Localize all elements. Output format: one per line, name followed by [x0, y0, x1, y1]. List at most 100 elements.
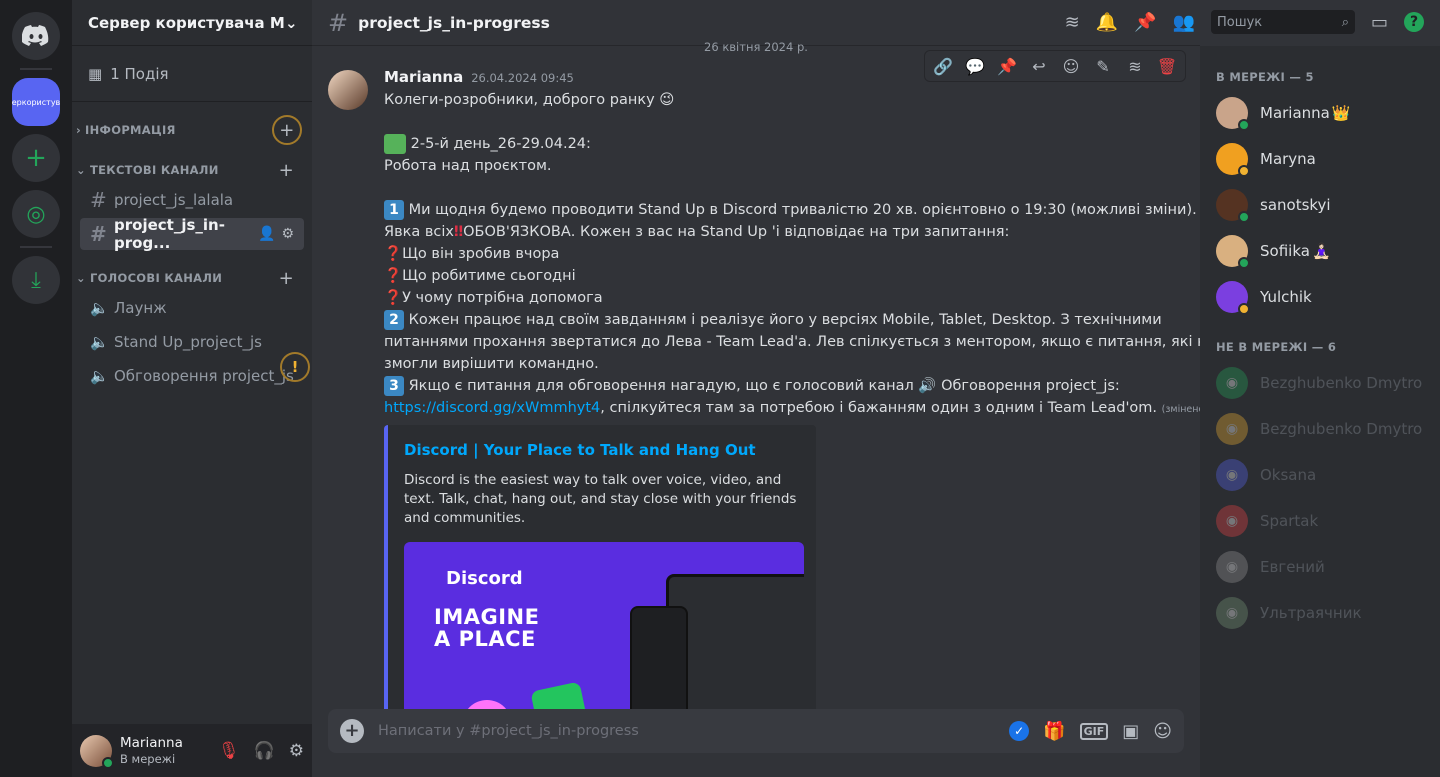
- voice-channel-item[interactable]: 🔈 Обговорення project_js !: [80, 352, 310, 392]
- avatar: ◉: [1216, 551, 1248, 583]
- invite-icon[interactable]: 👤: [258, 226, 275, 242]
- member-item[interactable]: sanotskyi: [1200, 182, 1440, 228]
- member-name: Spartak: [1260, 512, 1319, 530]
- speaker-icon: 🔈: [90, 299, 109, 317]
- online-header: В МЕРЕЖІ — 5: [1216, 70, 1314, 84]
- help-icon[interactable]: ?: [1404, 12, 1424, 32]
- status-dot: [1238, 119, 1250, 131]
- member-suffix: 🧘🏻‍♀: [1311, 242, 1331, 260]
- add-server-button[interactable]: +: [12, 134, 60, 182]
- inbox-icon[interactable]: ▭: [1371, 12, 1388, 33]
- guild-bar: еркористув + ◎ ⤓: [0, 0, 72, 777]
- events-item[interactable]: ▦ 1 Подія: [72, 46, 312, 102]
- member-name: Евгений: [1260, 558, 1325, 576]
- member-name: Bezghubenko Dmytro: [1260, 420, 1423, 438]
- embed-image[interactable]: Discord IMAGINE A PLACE: [404, 542, 804, 713]
- compass-icon: ◎: [26, 201, 46, 227]
- user-name: Marianna: [120, 734, 183, 751]
- user-panel: Marianna В мережі 🎙 🎧 ⚙: [72, 724, 312, 777]
- member-name: Bezghubenko Dmytro: [1260, 374, 1423, 392]
- download-apps-button[interactable]: ⤓: [12, 256, 60, 304]
- channel-label: Обговорення project_js: [114, 367, 294, 385]
- voice-channel-item[interactable]: 🔈 Лаунж: [80, 292, 304, 324]
- avatar: [1216, 189, 1250, 223]
- member-item[interactable]: ◉ Spartak: [1200, 498, 1440, 544]
- bell-icon[interactable]: 🔔: [1096, 12, 1118, 33]
- message-line: ОБОВ'ЯЗКОВА. Кожен з вас на Stand Up 'і …: [463, 224, 1010, 240]
- avatar[interactable]: [80, 734, 114, 769]
- message-composer: + Написати у #project_js_in-progress ✓ 🎁…: [328, 709, 1184, 753]
- avatar: ◉: [1216, 459, 1248, 491]
- discord-home-button[interactable]: [12, 12, 60, 60]
- member-item[interactable]: Maryna: [1200, 136, 1440, 182]
- message-line: 2-5-й день_26-29.04.24:: [406, 136, 591, 152]
- member-item[interactable]: Yulchik: [1200, 274, 1440, 320]
- user-status: В мережі: [120, 751, 176, 766]
- member-item[interactable]: ◉ Bezghubenko Dmytro: [1200, 360, 1440, 406]
- channel-title: project_js_in-progress: [358, 13, 550, 32]
- avatar[interactable]: [328, 70, 368, 110]
- category-text[interactable]: ⌄ ТЕКСТОВІ КАНАЛИ +: [72, 158, 312, 182]
- message-line: Робота над проєктом.: [384, 158, 552, 174]
- avatar: [1216, 235, 1250, 269]
- member-name: Sofiika: [1260, 242, 1310, 260]
- sticker-icon[interactable]: ▣: [1122, 721, 1139, 742]
- channel-item[interactable]: # project_js_lalala: [80, 184, 304, 216]
- add-attachment-button[interactable]: +: [340, 719, 364, 743]
- member-item[interactable]: ◉ Ультраячник: [1200, 590, 1440, 636]
- chevron-down-icon: ⌄: [76, 271, 86, 285]
- category-label: ГОЛОСОВІ КАНАЛИ: [89, 271, 223, 285]
- chat-area: # project_js_in-progress 26 квітня 2024 …: [312, 0, 1216, 777]
- message-line: змогли вирішити командно.: [384, 356, 599, 372]
- guild-separator: [20, 246, 52, 248]
- server-header[interactable]: Сервер користувача Ма... ⌄: [72, 0, 312, 46]
- status-dot: [1238, 211, 1250, 223]
- gear-icon[interactable]: ⚙: [289, 741, 304, 761]
- pin-icon[interactable]: 📌: [1134, 12, 1156, 33]
- member-item[interactable]: ◉ Bezghubenko Dmytro: [1200, 406, 1440, 452]
- explore-button[interactable]: ◎: [12, 190, 60, 238]
- message-line: Якщо є питання для обговорення нагадую, …: [404, 378, 1120, 394]
- member-item[interactable]: ◉ Евгений: [1200, 544, 1440, 590]
- member-item[interactable]: ◉ Oksana: [1200, 452, 1440, 498]
- server-icon-button[interactable]: еркористув: [12, 78, 60, 126]
- voice-channel-item[interactable]: 🔈 Stand Up_project_js: [80, 326, 304, 358]
- headphones-icon[interactable]: 🎧: [254, 741, 275, 761]
- add-channel-icon[interactable]: +: [272, 115, 302, 145]
- avatar: [1216, 97, 1250, 131]
- gift-icon[interactable]: 🎁: [1043, 721, 1065, 742]
- members-icon[interactable]: 👥: [1173, 12, 1195, 33]
- emoji-icon[interactable]: ☺: [1153, 721, 1172, 742]
- search-input[interactable]: Пошук ⌕: [1210, 10, 1355, 34]
- message-line: Ми щодня будемо проводити Stand Up в Dis…: [404, 202, 1197, 218]
- add-channel-icon[interactable]: +: [279, 268, 294, 289]
- header-toolbar: ≋ 🔔 📌 👥 Пошук ⌕ ▭ ?: [1065, 10, 1424, 34]
- member-item[interactable]: Sofiika 🧘🏻‍♀: [1200, 228, 1440, 274]
- message-line: Колеги-розробники, доброго ранку 😉: [384, 92, 675, 108]
- category-info[interactable]: › ІНФОРМАЦІЯ +: [72, 115, 312, 145]
- member-suffix: 👑: [1331, 104, 1351, 122]
- message-author[interactable]: Marianna: [384, 66, 463, 88]
- threads-icon[interactable]: ≋: [1065, 12, 1080, 33]
- avatar: ◉: [1216, 597, 1248, 629]
- gear-icon[interactable]: ⚙: [281, 226, 294, 242]
- search-icon: ⌕: [1341, 14, 1349, 30]
- avatar: [1216, 143, 1250, 177]
- channel-item-active[interactable]: # project_js_in-prog... 👤 ⚙: [80, 216, 304, 252]
- member-item[interactable]: Marianna 👑: [1200, 90, 1440, 136]
- nitro-check-icon[interactable]: ✓: [1009, 721, 1030, 741]
- avatar: ◉: [1216, 413, 1248, 445]
- embed-title[interactable]: Discord | Your Place to Talk and Hang Ou…: [404, 439, 800, 461]
- invite-link[interactable]: https://discord.gg/xWmmhyt4: [384, 400, 600, 416]
- message-input[interactable]: Написати у #project_js_in-progress: [378, 723, 995, 739]
- member-name: sanotskyi: [1260, 196, 1331, 214]
- category-voice[interactable]: ⌄ ГОЛОСОВІ КАНАЛИ +: [72, 266, 312, 290]
- channel-label: Stand Up_project_js: [114, 333, 262, 351]
- gif-icon[interactable]: GIF: [1079, 722, 1109, 740]
- message: Marianna 26.04.2024 09:45 Колеги-розробн…: [328, 66, 1216, 713]
- keycap-1-icon: 1: [384, 200, 404, 220]
- mic-muted-icon[interactable]: 🎙: [218, 741, 240, 761]
- member-name: Oksana: [1260, 466, 1317, 484]
- add-channel-icon[interactable]: +: [279, 160, 294, 181]
- category-label: ІНФОРМАЦІЯ: [85, 123, 176, 137]
